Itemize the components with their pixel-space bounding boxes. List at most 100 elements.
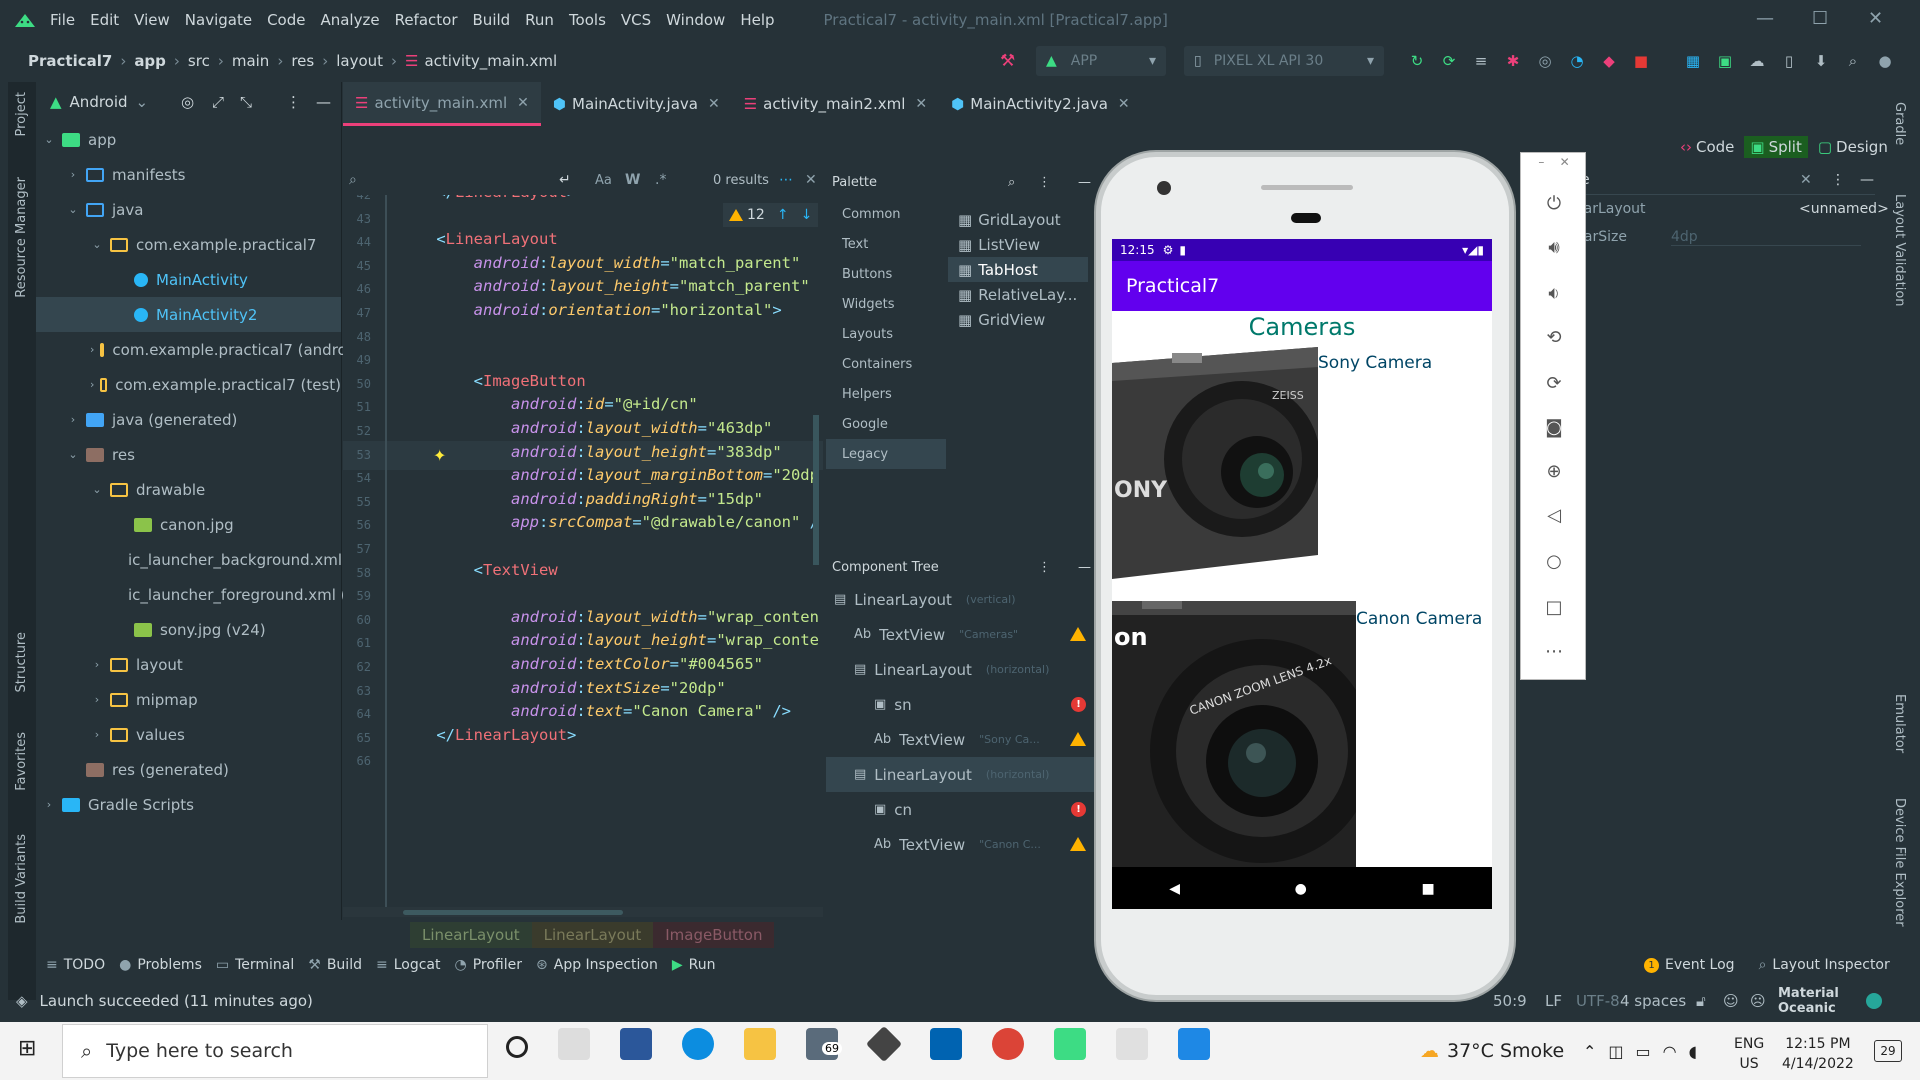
terminal-icon[interactable]: ▣ bbox=[1714, 50, 1736, 72]
profile-icon[interactable]: ◔ bbox=[1566, 50, 1588, 72]
chevron-down-icon[interactable]: ⌄ bbox=[90, 483, 104, 496]
photos-icon[interactable] bbox=[1178, 1028, 1210, 1060]
chevron-right-icon[interactable]: › bbox=[90, 658, 104, 671]
volume-down-icon[interactable]: 🔉︎ bbox=[1521, 283, 1587, 304]
next-issue-icon[interactable]: ↓ bbox=[801, 207, 813, 223]
error-icon[interactable]: ! bbox=[1071, 802, 1086, 817]
structure-tool-button[interactable]: Structure bbox=[14, 632, 29, 692]
menu-item-vcs[interactable]: VCS bbox=[621, 11, 651, 29]
unity-icon[interactable] bbox=[865, 1025, 903, 1063]
wifi-icon[interactable]: ◠ bbox=[1663, 1042, 1677, 1061]
code-line[interactable]: android:layout_height="383dp" bbox=[399, 443, 782, 461]
problems-tool-button[interactable]: ● Problems bbox=[119, 957, 202, 973]
search-icon[interactable]: ⌕ bbox=[349, 172, 357, 188]
debug-icon[interactable]: ✱ bbox=[1502, 50, 1524, 72]
component-tree-item[interactable]: ▤ LinearLayout (horizontal) bbox=[826, 757, 1096, 792]
app-inspection-tool-button[interactable]: ⊛ App Inspection bbox=[536, 957, 658, 973]
attribute-value-field[interactable]: 4dp bbox=[1671, 229, 1861, 246]
code-line[interactable]: android:layout_width="match_parent" bbox=[399, 254, 801, 272]
store-icon[interactable] bbox=[930, 1028, 962, 1060]
component-tree-item[interactable]: Ab TextView "Cameras" bbox=[826, 617, 1096, 652]
warning-icon[interactable] bbox=[1070, 732, 1086, 746]
sync-icon[interactable]: ☁ bbox=[1746, 50, 1768, 72]
match-case-icon[interactable]: Aa bbox=[595, 173, 612, 188]
clear-icon[interactable]: ✕ bbox=[1800, 172, 1812, 188]
battery-icon[interactable]: ▭ bbox=[1636, 1042, 1651, 1061]
caret-position[interactable]: 50:9 bbox=[1493, 992, 1527, 1010]
tree-item[interactable]: MainActivity bbox=[36, 262, 341, 297]
scrollbar-thumb[interactable] bbox=[403, 910, 623, 915]
layout-grid-icon[interactable]: ▦ bbox=[1682, 50, 1704, 72]
component-tree-item[interactable]: ▤ LinearLayout (horizontal) bbox=[826, 652, 1096, 687]
chevron-down-icon[interactable]: ⌄ bbox=[42, 133, 56, 146]
tree-item[interactable]: › java (generated) bbox=[36, 402, 341, 437]
resource-manager-tool-button[interactable]: Resource Manager bbox=[14, 177, 29, 298]
breadcrumb-item[interactable]: ImageButton bbox=[653, 922, 775, 948]
tree-item[interactable]: MainActivity2 bbox=[36, 297, 341, 332]
tree-item[interactable]: › com.example.practical7 (androidT bbox=[36, 332, 370, 367]
gradle-tool-button[interactable]: Gradle bbox=[1892, 102, 1907, 145]
attach-icon[interactable]: ◆ bbox=[1598, 50, 1620, 72]
component-tree-item[interactable]: Ab TextView "Sony Ca... bbox=[826, 722, 1096, 757]
palette-item[interactable]: ▦ TabHost bbox=[948, 257, 1088, 282]
project-view-mode[interactable]: Android bbox=[70, 93, 128, 111]
stop-icon[interactable]: ■ bbox=[1630, 50, 1652, 72]
menu-item-help[interactable]: Help bbox=[740, 11, 774, 29]
more-options-icon[interactable]: ⋮ bbox=[1038, 175, 1051, 190]
paint-icon[interactable] bbox=[1116, 1028, 1148, 1060]
breadcrumb-item[interactable]: main bbox=[232, 52, 269, 70]
back-icon[interactable]: ◀ bbox=[1169, 881, 1180, 897]
cortana-icon[interactable] bbox=[506, 1035, 528, 1058]
code-view-button[interactable]: Code bbox=[1696, 138, 1734, 156]
menu-item-view[interactable]: View bbox=[134, 11, 170, 29]
smiley-icon[interactable]: ☺ bbox=[1723, 992, 1739, 1010]
close-tab-icon[interactable]: ✕ bbox=[708, 96, 720, 112]
volume-up-icon[interactable]: 🔊︎ bbox=[1521, 237, 1587, 258]
tree-item[interactable]: › values bbox=[36, 717, 341, 752]
rotate-left-icon[interactable]: ⟲ bbox=[1521, 327, 1587, 348]
home-icon[interactable]: ● bbox=[1295, 881, 1307, 897]
overview-icon[interactable]: ■ bbox=[1421, 881, 1434, 897]
sdk-manager-icon[interactable]: ⬇ bbox=[1810, 50, 1832, 72]
expand-icon[interactable]: ⤢ bbox=[212, 93, 224, 111]
device-screen[interactable]: 12:15 ⚙ ▮ ▾◢▮ Practical7 Cameras ONY ZEI… bbox=[1112, 239, 1492, 909]
close-tab-icon[interactable]: ✕ bbox=[915, 96, 927, 112]
palette-category[interactable]: Containers bbox=[826, 349, 946, 379]
maximize-icon[interactable]: ☐ bbox=[1812, 8, 1828, 29]
todo-tool-button[interactable]: ≡ TODO bbox=[46, 957, 105, 973]
horizontal-scrollbar[interactable] bbox=[343, 907, 823, 917]
newline-icon[interactable]: ↵ bbox=[559, 172, 571, 188]
chevron-down-icon[interactable]: ⌄ bbox=[136, 93, 149, 111]
code-line[interactable]: android:orientation="horizontal"> bbox=[399, 301, 782, 319]
palette-item[interactable]: ▦ ListView bbox=[826, 232, 1040, 257]
indent-setting[interactable]: 4 spaces bbox=[1620, 992, 1686, 1010]
chevron-up-icon[interactable]: ⌃ bbox=[1583, 1042, 1596, 1061]
account-icon[interactable]: ● bbox=[1874, 50, 1896, 72]
lock-icon[interactable]: 🔓︎ bbox=[1696, 992, 1706, 1010]
warning-icon[interactable] bbox=[1070, 837, 1086, 851]
tree-item[interactable]: ic_launcher_foreground.xml (v2 bbox=[36, 577, 365, 612]
lightbulb-icon[interactable]: ✦ bbox=[433, 446, 446, 465]
editor-tab[interactable]: ⬢ MainActivity2.java ✕ bbox=[939, 82, 1142, 126]
breadcrumb-item[interactable]: res bbox=[291, 52, 314, 70]
layout-inspector-button[interactable]: Layout Inspector bbox=[1772, 957, 1889, 973]
device-select[interactable]: ▯ PIXEL XL API 30 ▾ bbox=[1184, 46, 1384, 76]
palette-item[interactable]: ▦ GridView bbox=[826, 307, 1045, 332]
file-encoding[interactable]: UTF-8 bbox=[1576, 992, 1620, 1010]
more-icon[interactable]: ⋯ bbox=[779, 172, 793, 188]
taskbar-search[interactable]: ⌕ Type here to search bbox=[62, 1024, 488, 1078]
menu-item-analyze[interactable]: Analyze bbox=[320, 11, 379, 29]
apply-code-changes-icon[interactable]: ⟳ bbox=[1438, 50, 1460, 72]
breadcrumb-item[interactable]: src bbox=[188, 52, 210, 70]
component-tree-item[interactable]: Ab TextView "Canon C... bbox=[826, 827, 1096, 862]
search-icon[interactable]: ⌕ bbox=[1842, 50, 1864, 72]
component-tree-item[interactable]: ▤ LinearLayout (vertical) bbox=[826, 582, 1096, 617]
more-options-icon[interactable]: ⋮ bbox=[286, 93, 301, 111]
regex-icon[interactable]: .* bbox=[655, 172, 666, 188]
clock[interactable]: 12:15 PM 4/14/2022 bbox=[1782, 1034, 1854, 1074]
breadcrumb-item[interactable]: Practical7 bbox=[28, 52, 112, 70]
code-line[interactable]: android:textColor="#004565" bbox=[399, 655, 763, 673]
code-line[interactable]: <ImageButton bbox=[399, 372, 586, 390]
close-find-icon[interactable]: ✕ bbox=[805, 172, 817, 188]
tree-item[interactable]: › manifests bbox=[36, 157, 341, 192]
